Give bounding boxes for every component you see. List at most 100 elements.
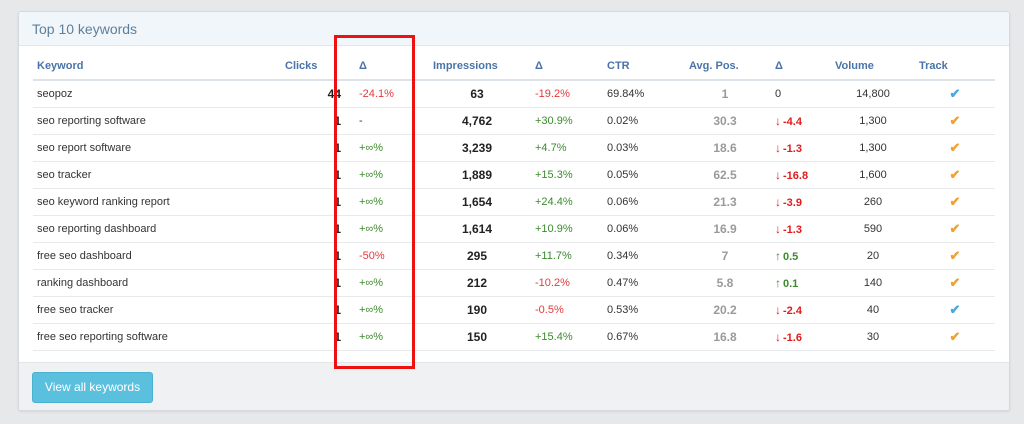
clicks-delta-value: - (359, 115, 363, 127)
impressions-cell: 4,762 (429, 107, 525, 135)
avg-pos-value: 7 (721, 249, 729, 263)
track-cell[interactable]: ✔ (915, 80, 995, 108)
keyword-cell[interactable]: seo reporting software (33, 107, 281, 135)
track-cell[interactable]: ✔ (915, 188, 995, 216)
keyword-text: free seo tracker (37, 304, 114, 316)
clicks-delta-cell: - (345, 107, 429, 135)
keyword-text: ranking dashboard (37, 277, 129, 289)
ctr-value: 0.06% (607, 223, 639, 235)
track-cell[interactable]: ✔ (915, 107, 995, 135)
clicks-value: 1 (334, 195, 341, 209)
arrow-down-icon: ↓ (775, 303, 781, 317)
clicks-value: 44 (327, 87, 341, 101)
avg-pos-cell: 16.8 (685, 323, 765, 351)
col-header-avg-pos[interactable]: Avg. Pos. (685, 53, 765, 81)
pos-delta-value: -1.6 (783, 332, 802, 344)
impressions-delta-value: +11.7% (535, 250, 572, 262)
col-header-impressions[interactable]: Impressions (429, 53, 525, 81)
avg-pos-cell: 21.3 (685, 188, 765, 216)
avg-pos-value: 5.8 (716, 276, 734, 290)
check-icon[interactable]: ✔ (950, 329, 961, 344)
clicks-delta-cell: +∞% (345, 134, 429, 162)
keyword-cell[interactable]: free seo reporting software (33, 323, 281, 351)
volume-value: 1,600 (859, 169, 887, 181)
impressions-value: 295 (466, 249, 488, 263)
table-row: free seo reporting software 1 +∞% 150 +15.4%… (33, 323, 995, 351)
impressions-value: 3,239 (461, 141, 493, 155)
impressions-delta-cell: +24.4% (525, 188, 603, 216)
keyword-text: free seo reporting software (37, 331, 168, 343)
avg-pos-value: 62.5 (713, 168, 737, 182)
check-icon[interactable]: ✔ (950, 140, 961, 155)
col-header-volume[interactable]: Volume (831, 53, 915, 81)
clicks-cell: 1 (281, 107, 345, 135)
impressions-cell: 3,239 (429, 134, 525, 162)
table-row: seo report software 1 +∞% 3,239 +4.7% 0.03% 18… (33, 134, 995, 162)
keyword-cell[interactable]: ranking dashboard (33, 269, 281, 297)
keyword-cell[interactable]: seopoz (33, 80, 281, 108)
pos-delta-cell: ↓ -3.9 (765, 188, 831, 216)
check-icon[interactable]: ✔ (950, 221, 961, 236)
table-row: free seo dashboard 1 -50% 295 +11.7% 0.34% 7 ↑ 0… (33, 242, 995, 270)
clicks-value: 1 (334, 222, 341, 236)
avg-pos-value: 30.3 (713, 114, 737, 128)
keyword-cell[interactable]: free seo dashboard (33, 242, 281, 270)
clicks-delta-cell: +∞% (345, 188, 429, 216)
col-header-impressions-delta[interactable]: Δ (525, 53, 603, 81)
track-cell[interactable]: ✔ (915, 134, 995, 162)
impressions-delta-cell: +15.4% (525, 323, 603, 351)
volume-value: 260 (863, 196, 883, 208)
keyword-cell[interactable]: free seo tracker (33, 296, 281, 324)
clicks-delta-cell: +∞% (345, 161, 429, 189)
pos-delta-value: -4.4 (783, 116, 802, 128)
keyword-text: seopoz (37, 88, 73, 100)
track-cell[interactable]: ✔ (915, 161, 995, 189)
pos-delta-value: -16.8 (783, 170, 809, 182)
ctr-value: 0.34% (607, 250, 639, 262)
clicks-delta-value: +∞% (359, 304, 384, 316)
check-icon[interactable]: ✔ (950, 248, 961, 263)
track-cell[interactable]: ✔ (915, 242, 995, 270)
clicks-cell: 44 (281, 80, 345, 108)
keyword-cell[interactable]: seo reporting dashboard (33, 215, 281, 243)
check-icon[interactable]: ✔ (950, 167, 961, 182)
pos-delta-cell: ↑ 0.5 (765, 242, 831, 270)
check-icon[interactable]: ✔ (950, 302, 961, 317)
check-icon[interactable]: ✔ (950, 194, 961, 209)
impressions-delta-cell: +30.9% (525, 107, 603, 135)
table-row: seo tracker 1 +∞% 1,889 +15.3% 0.05% 62.5 ↓ -16.… (33, 161, 995, 189)
clicks-value: 1 (334, 276, 341, 290)
track-cell[interactable]: ✔ (915, 296, 995, 324)
impressions-delta-value: +15.4% (535, 331, 573, 343)
clicks-cell: 1 (281, 215, 345, 243)
table-row: seo keyword ranking report 1 +∞% 1,654 +24.4… (33, 188, 995, 216)
volume-value: 40 (866, 304, 880, 316)
col-header-clicks[interactable]: Clicks (281, 53, 345, 81)
col-header-ctr[interactable]: CTR (603, 53, 685, 81)
check-icon[interactable]: ✔ (950, 275, 961, 290)
keyword-cell[interactable]: seo tracker (33, 161, 281, 189)
impressions-delta-value: +10.9% (535, 223, 573, 235)
track-cell[interactable]: ✔ (915, 215, 995, 243)
track-cell[interactable]: ✔ (915, 323, 995, 351)
col-header-clicks-delta[interactable]: Δ (345, 53, 429, 81)
clicks-value: 1 (334, 330, 341, 344)
impressions-value: 1,614 (461, 222, 493, 236)
keyword-cell[interactable]: seo report software (33, 134, 281, 162)
impressions-delta-cell: +10.9% (525, 215, 603, 243)
avg-pos-cell: 18.6 (685, 134, 765, 162)
col-header-track[interactable]: Track (915, 53, 995, 81)
check-icon[interactable]: ✔ (950, 86, 961, 101)
ctr-cell: 0.06% (603, 215, 685, 243)
view-all-keywords-button[interactable]: View all keywords (32, 372, 153, 403)
col-header-pos-delta[interactable]: Δ (765, 53, 831, 81)
avg-pos-value: 16.8 (713, 330, 737, 344)
impressions-delta-value: +15.3% (535, 169, 573, 181)
keyword-cell[interactable]: seo keyword ranking report (33, 188, 281, 216)
track-cell[interactable]: ✔ (915, 269, 995, 297)
ctr-cell: 0.47% (603, 269, 685, 297)
impressions-delta-cell: -0.5% (525, 296, 603, 324)
check-icon[interactable]: ✔ (950, 113, 961, 128)
col-header-keyword[interactable]: Keyword (33, 53, 281, 81)
impressions-delta-cell: +11.7% (525, 242, 603, 270)
